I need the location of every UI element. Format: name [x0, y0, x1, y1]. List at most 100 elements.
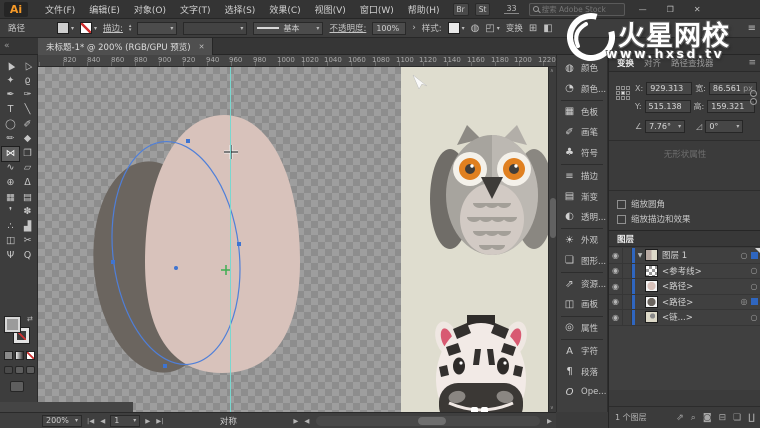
tab-close-icon[interactable]: ✕: [199, 43, 205, 51]
expand-chevron-icon[interactable]: ▼: [635, 252, 645, 259]
menu-help[interactable]: 帮助(H): [401, 3, 447, 16]
stock-search[interactable]: [529, 3, 625, 16]
dock-item-color[interactable]: ◍颜色: [557, 58, 607, 78]
vertical-scrollbar[interactable]: ∧ ∨: [548, 67, 556, 412]
search-input[interactable]: [542, 5, 622, 14]
slice-tool[interactable]: ✂: [19, 234, 36, 248]
perspective-grid-tool[interactable]: Δ: [19, 176, 36, 190]
visibility-eye-icon[interactable]: ◉: [609, 282, 622, 291]
delete-layer-icon[interactable]: ∐: [748, 413, 755, 423]
ellipse-tool[interactable]: ◯: [2, 118, 19, 132]
fill-color-well[interactable]: [5, 317, 20, 332]
stroke-weight-stepper[interactable]: ▴ ▾: [129, 24, 132, 32]
draw-normal-button[interactable]: [4, 366, 13, 374]
lock-column[interactable]: [622, 310, 632, 325]
target-icon[interactable]: ○: [737, 251, 751, 260]
dock-item-symbols[interactable]: ♣符号: [557, 143, 607, 163]
bounds-dropdown[interactable]: ◰ ▾: [485, 23, 499, 34]
pencil-tool[interactable]: ✏: [2, 132, 19, 146]
dock-item-paragraph[interactable]: ¶段落: [557, 361, 607, 381]
align-objects-icon[interactable]: ◧: [543, 23, 552, 34]
width-tool[interactable]: ∿: [2, 161, 19, 175]
artboard-tool[interactable]: ◫: [2, 234, 19, 248]
scroll-up-icon[interactable]: ∧: [550, 68, 554, 74]
selection-indicator[interactable]: [751, 298, 758, 305]
menu-file[interactable]: 文件(F): [38, 3, 82, 16]
layer-thumbnail[interactable]: [645, 280, 658, 292]
opacity-more-icon[interactable]: ›: [412, 23, 415, 33]
column-graph-tool[interactable]: ▟: [19, 220, 36, 234]
link-dimensions-icon[interactable]: [750, 90, 758, 106]
layer-name[interactable]: <链...>: [662, 311, 747, 323]
layer-thumbnail[interactable]: [645, 265, 658, 277]
mesh-tool[interactable]: ▦: [2, 191, 19, 205]
stroke-weight-dropdown[interactable]: ▾: [137, 22, 177, 35]
zoom-tool[interactable]: Q: [19, 249, 36, 263]
target-icon[interactable]: ○: [747, 266, 760, 275]
menu-select[interactable]: 选择(S): [218, 3, 263, 16]
visibility-eye-icon[interactable]: ◉: [609, 251, 622, 260]
first-artboard-icon[interactable]: |◀: [86, 417, 95, 425]
restore-button[interactable]: ❐: [661, 5, 680, 14]
symbol-sprayer-tool[interactable]: ∴: [2, 220, 19, 234]
stroke-color-dropdown[interactable]: ▾: [80, 22, 97, 34]
body-shape[interactable]: [145, 115, 300, 373]
eraser-tool[interactable]: ◆: [19, 132, 36, 146]
dock-item-gradient[interactable]: ▤渐变: [557, 186, 607, 206]
layer-row[interactable]: ◉ <链...> ○: [609, 310, 760, 326]
anchor-point[interactable]: [237, 242, 241, 246]
menu-object[interactable]: 对象(O): [127, 3, 173, 16]
menu-type[interactable]: 文字(T): [173, 3, 218, 16]
recolor-artwork-icon[interactable]: ◍: [471, 23, 480, 34]
tab-align[interactable]: 对齐: [644, 57, 661, 69]
opacity-field[interactable]: 100%: [372, 22, 406, 35]
eyedropper-tool[interactable]: ❜: [2, 205, 19, 219]
last-artboard-icon[interactable]: ▶|: [155, 417, 164, 425]
scroll-left-icon[interactable]: ◀: [303, 417, 310, 425]
horizontal-ruler[interactable]: 820 840 860 880 900 920 940 960 980 1000…: [38, 55, 556, 67]
lock-column[interactable]: [622, 279, 632, 294]
dock-item-appearance[interactable]: ☀外观: [557, 230, 607, 250]
artboard-number-dropdown[interactable]: 1 ▾: [110, 415, 140, 427]
layer-name[interactable]: 图层 1: [662, 249, 737, 261]
x-field[interactable]: 929.313: [646, 82, 692, 95]
tab-transform[interactable]: 变换: [617, 57, 634, 69]
stock-button[interactable]: St: [475, 3, 491, 16]
collect-export-icon[interactable]: ⇗: [676, 413, 684, 423]
anchor-point[interactable]: [163, 364, 167, 368]
menu-view[interactable]: 视图(V): [308, 3, 353, 16]
layer-row[interactable]: ◉ ▼ 图层 1 ○: [609, 248, 760, 264]
menu-window[interactable]: 窗口(W): [353, 3, 401, 16]
gradient-button[interactable]: [15, 351, 24, 360]
transform-link[interactable]: 变换: [506, 22, 523, 34]
anchor-point[interactable]: [186, 139, 190, 143]
target-icon[interactable]: ○: [747, 313, 760, 322]
shape-builder-tool[interactable]: ⊕: [2, 176, 19, 190]
panel-list-icon[interactable]: ≡: [748, 23, 756, 34]
width-profile-dropdown[interactable]: ▾: [183, 22, 247, 35]
make-mask-icon[interactable]: ◙: [703, 413, 712, 423]
layer-thumbnail[interactable]: [645, 311, 658, 323]
blend-tool[interactable]: ✽: [19, 205, 36, 219]
fill-swatch[interactable]: [57, 22, 69, 34]
fill-color-dropdown[interactable]: ▾: [57, 22, 74, 34]
align-artboard-icon[interactable]: ⊞: [529, 23, 537, 34]
target-icon[interactable]: ◎: [737, 297, 751, 306]
layer-row[interactable]: ◉ <路径> ○: [609, 279, 760, 295]
layer-name[interactable]: <参考线>: [662, 265, 747, 277]
layer-row[interactable]: ◉ <路径> ◎: [609, 295, 760, 311]
none-button[interactable]: [26, 351, 35, 360]
screen-mode-button[interactable]: [10, 381, 24, 392]
pen-tool[interactable]: ✒: [2, 88, 19, 102]
document-tab[interactable]: 未标题-1* @ 200% (RGB/GPU 预览) ✕: [38, 38, 213, 55]
draw-behind-button[interactable]: [15, 366, 24, 374]
brush-definition-dropdown[interactable]: 基本 ▾: [253, 22, 323, 35]
next-artboard-icon[interactable]: ▶: [144, 417, 151, 425]
panel-menu-icon[interactable]: ≡: [748, 58, 756, 68]
chevron-down-icon[interactable]: ▾: [678, 123, 681, 130]
rotate-field[interactable]: 7.76°▾: [645, 120, 685, 133]
layer-row[interactable]: ◉ <参考线> ○: [609, 264, 760, 280]
layer-thumbnail[interactable]: [645, 249, 658, 261]
prev-artboard-icon[interactable]: ◀: [99, 417, 106, 425]
lock-column[interactable]: [622, 295, 632, 310]
